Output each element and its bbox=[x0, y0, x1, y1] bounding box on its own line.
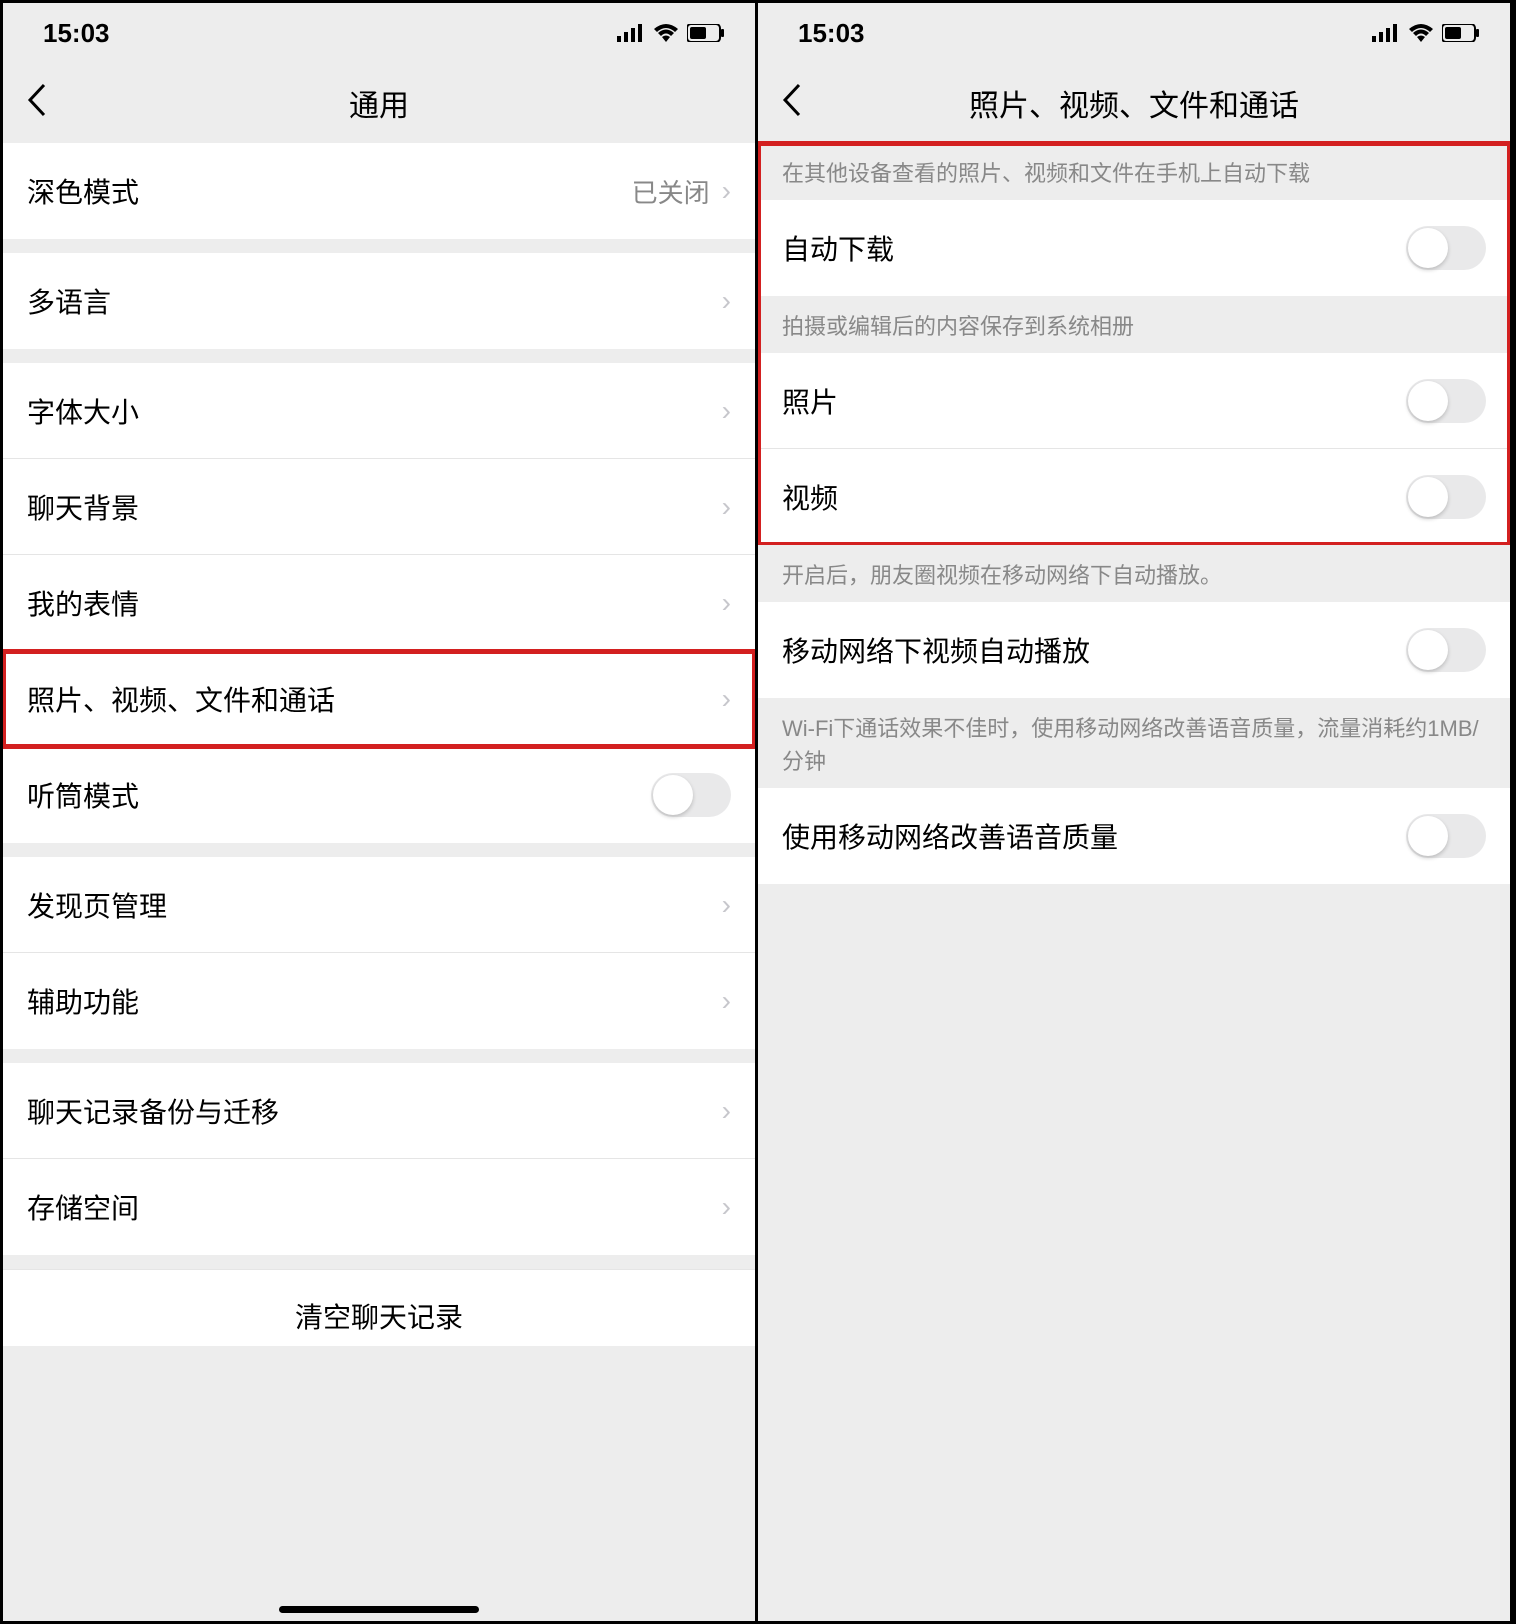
row-discover[interactable]: 发现页管理 › bbox=[3, 857, 755, 953]
row-autoplay-mobile[interactable]: 移动网络下视频自动播放 bbox=[758, 602, 1510, 698]
status-icons bbox=[1372, 18, 1480, 49]
row-label: 视频 bbox=[782, 477, 838, 517]
section-header-save: 拍摄或编辑后的内容保存到系统相册 bbox=[758, 296, 1510, 353]
toggle-voip[interactable] bbox=[1406, 814, 1486, 858]
row-earpiece-mode[interactable]: 听筒模式 bbox=[3, 747, 755, 843]
chevron-right-icon: › bbox=[722, 493, 731, 521]
status-bar: 15:03 bbox=[3, 3, 755, 63]
content-right: 在其他设备查看的照片、视频和文件在手机上自动下载 自动下载 拍摄或编辑后的内容保… bbox=[758, 143, 1510, 1621]
chevron-right-icon: › bbox=[722, 1193, 731, 1221]
chevron-right-icon: › bbox=[722, 287, 731, 315]
page-title: 通用 bbox=[349, 81, 409, 125]
row-label: 照片、视频、文件和通话 bbox=[27, 679, 335, 719]
back-icon[interactable] bbox=[27, 83, 47, 123]
status-time: 15:03 bbox=[43, 18, 110, 49]
chevron-right-icon: › bbox=[722, 1097, 731, 1125]
home-indicator[interactable] bbox=[279, 1606, 479, 1613]
row-save-photo[interactable]: 照片 bbox=[758, 353, 1510, 449]
row-label: 听筒模式 bbox=[27, 775, 139, 815]
status-time: 15:03 bbox=[798, 18, 865, 49]
signal-icon bbox=[617, 18, 645, 49]
status-icons bbox=[617, 18, 725, 49]
wifi-icon bbox=[1408, 18, 1434, 49]
page-title: 照片、视频、文件和通话 bbox=[969, 81, 1299, 125]
row-auto-download[interactable]: 自动下载 bbox=[758, 200, 1510, 296]
battery-icon bbox=[687, 18, 725, 49]
row-label: 深色模式 bbox=[27, 171, 139, 211]
row-dark-mode[interactable]: 深色模式 已关闭 › bbox=[3, 143, 755, 239]
row-chat-bg[interactable]: 聊天背景 › bbox=[3, 459, 755, 555]
row-label: 自动下载 bbox=[782, 228, 894, 268]
row-label: 发现页管理 bbox=[27, 885, 167, 925]
section-header-voip: Wi-Fi下通话效果不佳时，使用移动网络改善语音质量，流量消耗约1MB/分钟 bbox=[758, 698, 1510, 788]
row-label: 聊天背景 bbox=[27, 487, 139, 527]
toggle-auto-download[interactable] bbox=[1406, 226, 1486, 270]
signal-icon bbox=[1372, 18, 1400, 49]
row-label: 存储空间 bbox=[27, 1187, 139, 1227]
chevron-right-icon: › bbox=[722, 685, 731, 713]
phone-left: 15:03 通用 深色模式 已关闭 › 多语言 › bbox=[3, 3, 758, 1621]
section-header-autoplay: 开启后，朋友圈视频在移动网络下自动播放。 bbox=[758, 545, 1510, 602]
toggle-autoplay[interactable] bbox=[1406, 628, 1486, 672]
row-label: 字体大小 bbox=[27, 391, 139, 431]
row-voip-mobile[interactable]: 使用移动网络改善语音质量 bbox=[758, 788, 1510, 884]
row-label: 多语言 bbox=[27, 281, 111, 321]
wifi-icon bbox=[653, 18, 679, 49]
chevron-right-icon: › bbox=[722, 891, 731, 919]
row-label: 我的表情 bbox=[27, 583, 139, 623]
row-save-video[interactable]: 视频 bbox=[758, 449, 1510, 545]
section-header-auto-download: 在其他设备查看的照片、视频和文件在手机上自动下载 bbox=[758, 143, 1510, 200]
nav-bar: 通用 bbox=[3, 63, 755, 143]
highlighted-section: 在其他设备查看的照片、视频和文件在手机上自动下载 自动下载 拍摄或编辑后的内容保… bbox=[758, 143, 1510, 545]
row-chat-backup[interactable]: 聊天记录备份与迁移 › bbox=[3, 1063, 755, 1159]
row-multi-lang[interactable]: 多语言 › bbox=[3, 253, 755, 349]
row-storage[interactable]: 存储空间 › bbox=[3, 1159, 755, 1255]
row-label: 聊天记录备份与迁移 bbox=[27, 1091, 279, 1131]
row-stickers[interactable]: 我的表情 › bbox=[3, 555, 755, 651]
row-media-files[interactable]: 照片、视频、文件和通话 › bbox=[3, 651, 755, 747]
chevron-right-icon: › bbox=[722, 177, 731, 205]
row-label: 照片 bbox=[782, 381, 838, 421]
row-label: 移动网络下视频自动播放 bbox=[782, 630, 1090, 670]
toggle-save-video[interactable] bbox=[1406, 475, 1486, 519]
row-value: 已关闭 bbox=[632, 173, 710, 210]
row-font-size[interactable]: 字体大小 › bbox=[3, 363, 755, 459]
chevron-right-icon: › bbox=[722, 589, 731, 617]
row-accessibility[interactable]: 辅助功能 › bbox=[3, 953, 755, 1049]
chevron-right-icon: › bbox=[722, 987, 731, 1015]
battery-icon bbox=[1442, 18, 1480, 49]
phone-right: 15:03 照片、视频、文件和通话 在其他设备查看的照片、视频和文件在手机上自动… bbox=[758, 3, 1513, 1621]
content-left: 深色模式 已关闭 › 多语言 › 字体大小 › 聊天背景 › bbox=[3, 143, 755, 1621]
back-icon[interactable] bbox=[782, 83, 802, 123]
chevron-right-icon: › bbox=[722, 397, 731, 425]
status-bar: 15:03 bbox=[758, 3, 1510, 63]
row-label: 辅助功能 bbox=[27, 981, 139, 1021]
toggle-save-photo[interactable] bbox=[1406, 379, 1486, 423]
row-label: 使用移动网络改善语音质量 bbox=[782, 816, 1118, 856]
clear-label: 清空聊天记录 bbox=[295, 1302, 463, 1333]
toggle-earpiece[interactable] bbox=[651, 773, 731, 817]
nav-bar: 照片、视频、文件和通话 bbox=[758, 63, 1510, 143]
clear-chat-history[interactable]: 清空聊天记录 bbox=[3, 1269, 755, 1346]
